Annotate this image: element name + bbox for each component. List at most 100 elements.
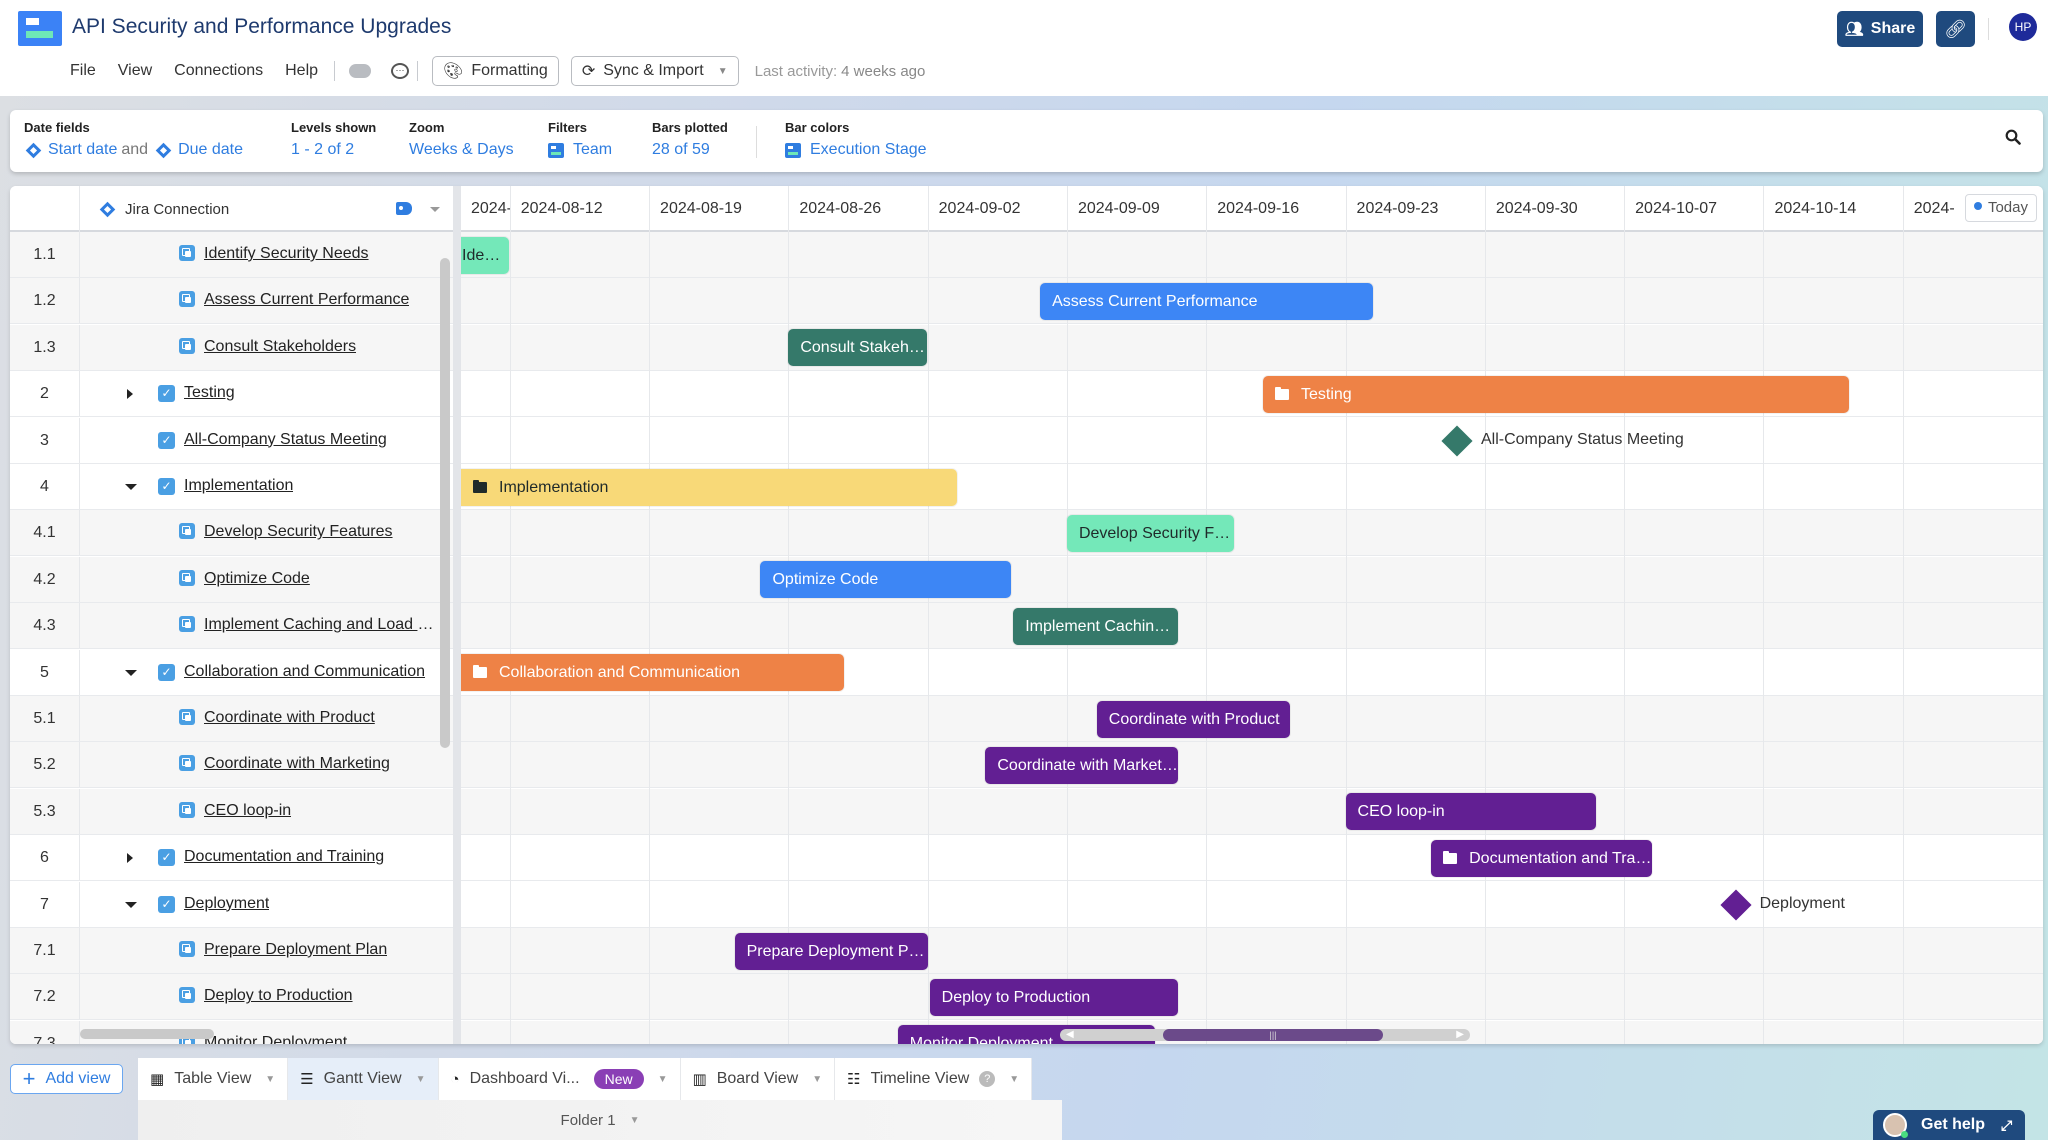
folder-selector[interactable]: Folder 1 ▼ (138, 1100, 1062, 1140)
help-icon[interactable]: ? (979, 1071, 996, 1087)
task-name-link[interactable]: Develop Security Features (204, 523, 393, 541)
task-name-link[interactable]: Coordinate with Product (204, 709, 375, 727)
filters-value[interactable]: Team (573, 141, 612, 159)
collapse-caret-icon[interactable] (125, 484, 137, 490)
task-list-horizontal-scrollbar[interactable] (80, 1029, 214, 1039)
levels-shown-value[interactable]: 1 - 2 of 2 (291, 141, 376, 159)
bar-colors-setting[interactable]: Bar colors Execution Stage (785, 120, 927, 159)
expand-caret-icon[interactable] (127, 389, 133, 400)
chevron-down-icon[interactable]: ▼ (658, 1074, 668, 1085)
collapse-caret-icon[interactable] (125, 669, 137, 676)
tag-icon[interactable] (396, 202, 412, 215)
task-row[interactable]: 7.3 Monitor Deployment (10, 1020, 453, 1044)
task-name-link[interactable]: Assess Current Performance (204, 291, 409, 309)
gantt-bar[interactable]: Optimize Code (760, 561, 1012, 599)
due-date-field[interactable]: Due date (178, 141, 243, 159)
sync-import-button[interactable]: ⟳ Sync & Import ▼ (570, 56, 739, 86)
gantt-bar[interactable]: Coordinate with Marketing (985, 746, 1179, 784)
task-name-link[interactable]: Collaboration and Communication (184, 663, 425, 681)
chevron-down-icon[interactable] (430, 207, 440, 212)
gantt-bar[interactable]: Assess Current Performance (1040, 282, 1374, 320)
task-name-link[interactable]: All-Company Status Meeting (184, 431, 387, 449)
task-name-link[interactable]: Prepare Deployment Plan (204, 941, 387, 959)
task-name-link[interactable]: Implementation (184, 477, 293, 495)
expand-caret-icon[interactable] (127, 853, 133, 864)
task-name-link[interactable]: Deploy to Production (204, 987, 353, 1005)
task-row[interactable]: 5.2 Coordinate with Marketing (10, 742, 453, 789)
view-tab[interactable]: ▥ Board View ▼ (681, 1058, 836, 1100)
task-name-link[interactable]: Implement Caching and Load Balancing (204, 616, 440, 634)
chevron-down-icon[interactable]: ▼ (265, 1074, 275, 1085)
user-avatar[interactable]: HP (2009, 13, 2037, 41)
task-row[interactable]: 7 ✓ Deployment (10, 881, 453, 928)
gantt-bar[interactable]: Collaboration and Communication (461, 654, 845, 692)
formatting-button[interactable]: 🎨︎ Formatting (432, 56, 559, 86)
task-row[interactable]: 1.2 Assess Current Performance (10, 278, 453, 325)
today-button[interactable]: Today (1964, 194, 2037, 222)
get-help-button[interactable]: Get help ⤢ (1873, 1110, 2025, 1140)
collapse-caret-icon[interactable] (125, 901, 137, 908)
view-tab[interactable]: ☷ Timeline View? ▼ (835, 1058, 1033, 1100)
gantt-bar[interactable]: Identify Security Needs (461, 236, 509, 274)
task-row[interactable]: 4.2 Optimize Code (10, 556, 453, 603)
levels-shown-setting[interactable]: Levels shown 1 - 2 of 2 (291, 120, 376, 159)
gantt-bar[interactable]: Testing (1262, 375, 1850, 413)
scroll-left-arrow-icon[interactable]: ◀ (1066, 1029, 1074, 1041)
search-icon[interactable] (2005, 129, 2021, 145)
gantt-bar[interactable]: Prepare Deployment Plan (734, 932, 928, 970)
vertical-scrollbar[interactable] (440, 258, 450, 748)
comments-icon[interactable]: ··· (391, 63, 410, 79)
task-row[interactable]: 6 ✓ Documentation and Training (10, 835, 453, 882)
date-fields-setting[interactable]: Date fields Start date and Due date (24, 120, 243, 159)
task-name-link[interactable]: Identify Security Needs (204, 245, 369, 263)
task-name-link[interactable]: Testing (184, 384, 235, 402)
menu-help[interactable]: Help (285, 62, 318, 80)
project-title[interactable]: API Security and Performance Upgrades (72, 15, 451, 39)
task-row[interactable]: 2 ✓ Testing (10, 371, 453, 418)
pane-splitter[interactable] (453, 186, 461, 1044)
view-tab[interactable]: ◔ Dashboard Vi... New ▼ (439, 1058, 681, 1100)
task-row[interactable]: 5 ✓ Collaboration and Communication (10, 649, 453, 696)
gantt-bar[interactable]: Deploy to Production (929, 978, 1179, 1016)
task-name-link[interactable]: Coordinate with Marketing (204, 755, 390, 773)
task-row[interactable]: 5.1 Coordinate with Product (10, 696, 453, 742)
gantt-bar[interactable]: Documentation and Training (1431, 839, 1652, 877)
task-name-link[interactable]: CEO loop-in (204, 802, 291, 820)
task-row[interactable]: 1.1 Identify Security Needs (10, 232, 453, 278)
zoom-setting[interactable]: Zoom Weeks & Days (409, 120, 514, 159)
bars-plotted-value[interactable]: 28 of 59 (652, 141, 728, 159)
gantt-bar[interactable]: CEO loop-in (1345, 793, 1597, 831)
bar-colors-value[interactable]: Execution Stage (810, 141, 927, 159)
scrollbar-thumb[interactable]: ||| (1163, 1029, 1383, 1041)
filters-setting[interactable]: Filters Team (548, 120, 612, 159)
add-view-button[interactable]: + Add view (10, 1064, 123, 1094)
task-row[interactable]: 1.3 Consult Stakeholders (10, 324, 453, 371)
menu-file[interactable]: File (70, 62, 96, 80)
view-tab[interactable]: ☰ Gantt View ▼ (288, 1058, 439, 1100)
task-row[interactable]: 3 ✓ All-Company Status Meeting (10, 417, 453, 464)
start-date-field[interactable]: Start date (48, 141, 117, 159)
gantt-bar[interactable]: Develop Security Features (1066, 514, 1235, 552)
gantt-bar[interactable]: Coordinate with Product (1096, 700, 1290, 738)
task-name-link[interactable]: Optimize Code (204, 570, 310, 588)
menu-connections[interactable]: Connections (174, 62, 263, 80)
chevron-down-icon[interactable]: ▼ (812, 1074, 822, 1085)
view-tab[interactable]: ▦ Table View ▼ (138, 1058, 289, 1100)
task-row[interactable]: 4 ✓ Implementation (10, 464, 453, 510)
task-row[interactable]: 7.1 Prepare Deployment Plan (10, 928, 453, 974)
menu-view[interactable]: View (118, 62, 152, 80)
task-name-link[interactable]: Deployment (184, 895, 269, 913)
task-row[interactable]: 4.1 Develop Security Features (10, 510, 453, 557)
task-row[interactable]: 4.3 Implement Caching and Load Balancing (10, 603, 453, 650)
zoom-value[interactable]: Weeks & Days (409, 141, 514, 159)
task-name-link[interactable]: Monitor Deployment (204, 1034, 347, 1044)
task-name-link[interactable]: Documentation and Training (184, 848, 384, 866)
bars-plotted-setting[interactable]: Bars plotted 28 of 59 (652, 120, 728, 159)
share-button[interactable]: 👥︎ Share (1837, 11, 1923, 47)
timeline-horizontal-scrollbar[interactable]: ◀ ||| ▶ (1060, 1029, 1470, 1041)
gantt-bar[interactable]: Consult Stakeholders (788, 329, 927, 367)
task-row[interactable]: 7.2 Deploy to Production (10, 974, 453, 1021)
task-row[interactable]: 5.3 CEO loop-in (10, 788, 453, 835)
chevron-down-icon[interactable]: ▼ (416, 1074, 426, 1085)
task-name-link[interactable]: Consult Stakeholders (204, 338, 356, 356)
